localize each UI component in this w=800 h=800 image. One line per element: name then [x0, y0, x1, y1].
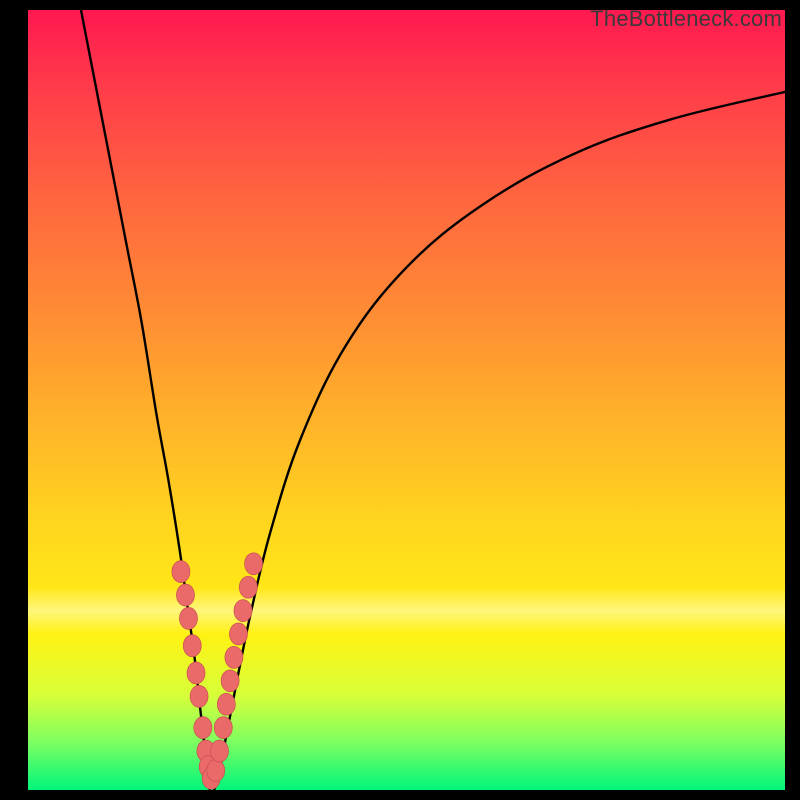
- plot-area: [28, 10, 785, 790]
- data-marker: [207, 760, 225, 782]
- chart-svg: [28, 10, 785, 790]
- data-marker: [199, 756, 217, 778]
- data-marker: [229, 623, 247, 645]
- data-marker: [176, 584, 194, 606]
- data-marker: [202, 767, 220, 789]
- data-marker: [214, 717, 232, 739]
- data-marker: [183, 635, 201, 657]
- data-marker: [194, 717, 212, 739]
- data-marker: [245, 553, 263, 575]
- data-marker: [221, 670, 239, 692]
- data-marker: [239, 576, 257, 598]
- data-marker: [217, 693, 235, 715]
- data-marker: [172, 561, 190, 583]
- highlight-band: [28, 587, 785, 634]
- curve-right-branch: [214, 92, 785, 790]
- data-marker: [234, 600, 252, 622]
- data-marker: [179, 607, 197, 629]
- chart-frame: TheBottleneck.com: [0, 0, 800, 800]
- data-marker: [225, 646, 243, 668]
- data-marker: [211, 740, 229, 762]
- curve-left-branch: [81, 10, 210, 790]
- watermark-text: TheBottleneck.com: [590, 6, 782, 32]
- data-marker: [190, 685, 208, 707]
- data-marker: [187, 662, 205, 684]
- marker-group: [172, 553, 263, 790]
- data-marker: [197, 740, 215, 762]
